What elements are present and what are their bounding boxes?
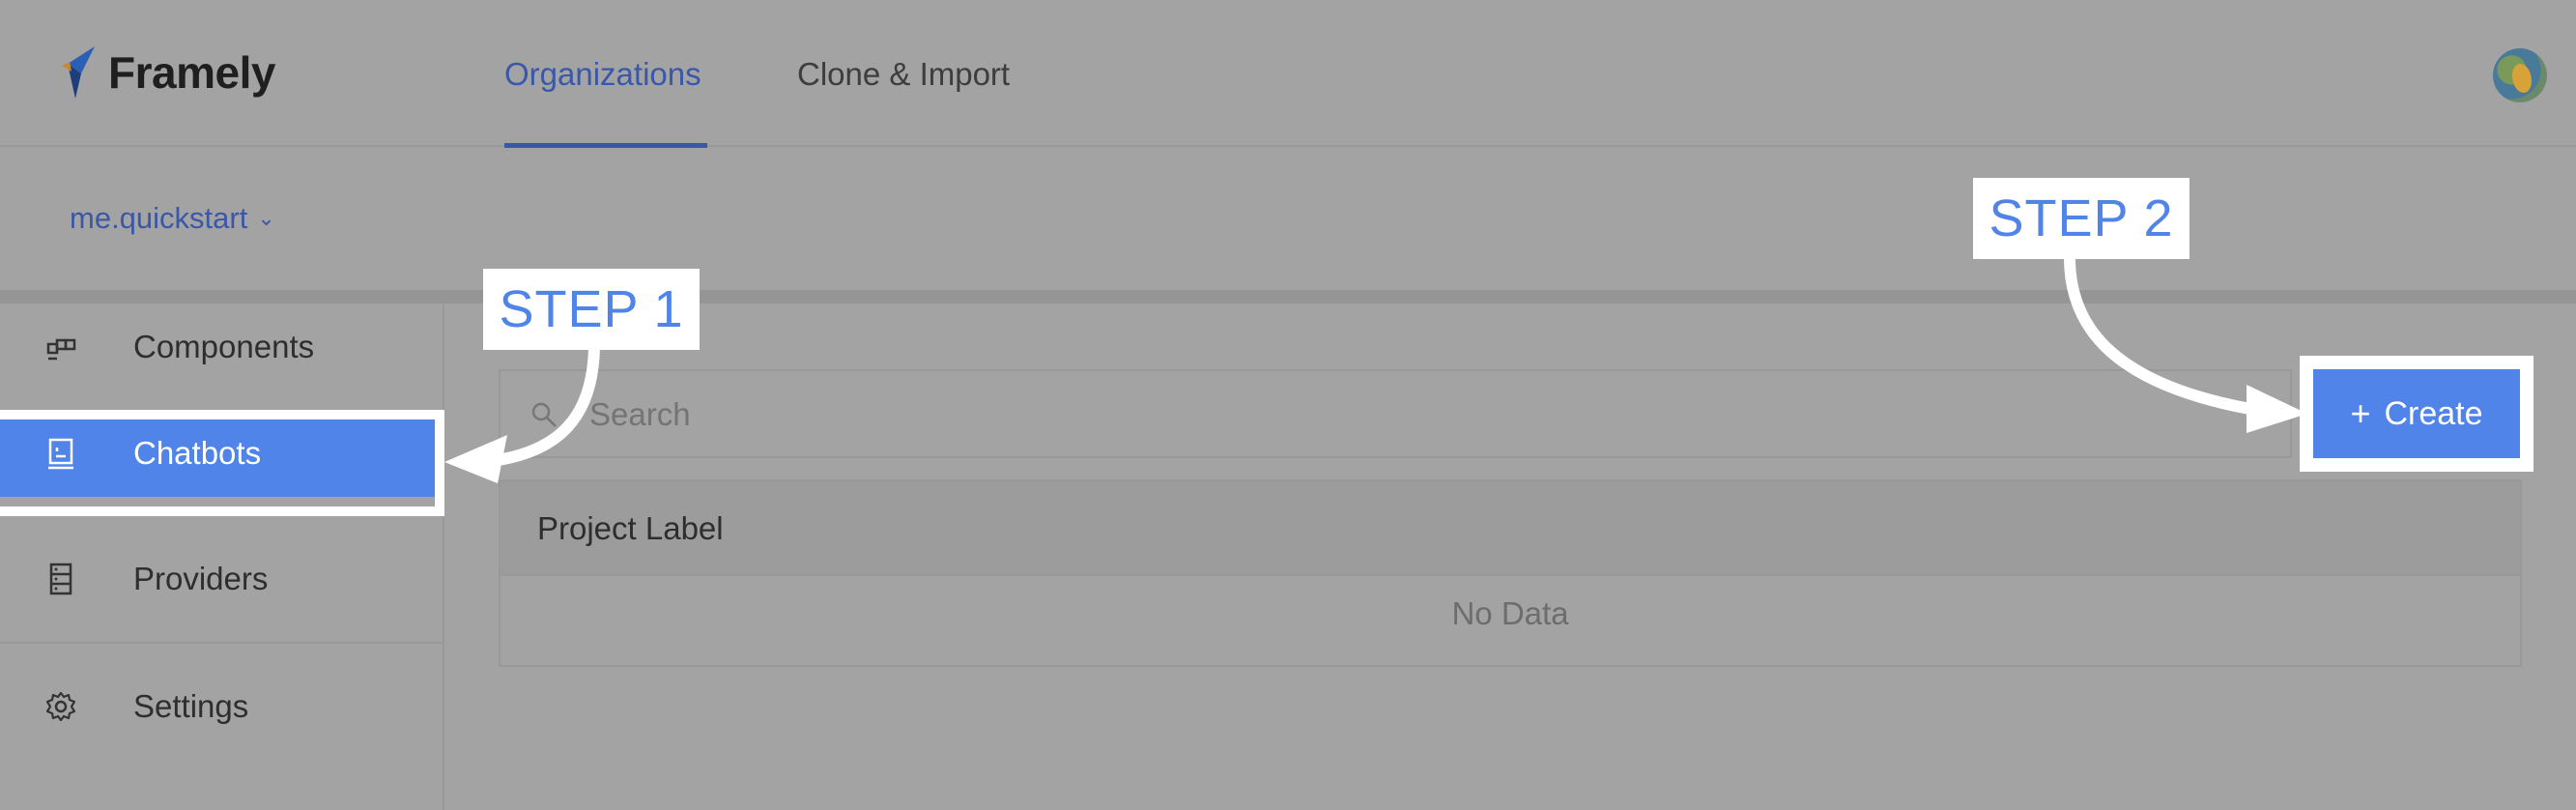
divider <box>0 290 2576 304</box>
tab-organizations[interactable]: Organizations <box>504 56 701 93</box>
create-button[interactable]: + Create <box>2313 369 2520 458</box>
plus-icon: + <box>2350 393 2371 433</box>
chatbots-highlight <box>0 410 444 516</box>
components-icon <box>46 338 76 361</box>
sidebar-item-settings[interactable]: Settings <box>0 663 443 750</box>
search-input[interactable] <box>587 371 2234 458</box>
step-2-label: STEP 2 <box>1973 178 2190 259</box>
search-icon <box>531 402 557 427</box>
table-header: Project Label <box>501 481 2520 576</box>
framely-logo-icon <box>62 46 95 99</box>
brand-logo[interactable]: Framely <box>60 43 275 102</box>
sidebar-item-components[interactable]: Components <box>0 304 443 391</box>
sidebar: Components Chatbots Providers Settings <box>0 304 444 810</box>
projects-table: Project Label No Data <box>499 479 2522 667</box>
providers-icon <box>49 563 72 595</box>
tab-clone-import[interactable]: Clone & Import <box>797 56 1010 93</box>
brand-name: Framely <box>108 47 275 98</box>
gear-icon <box>45 691 76 722</box>
empty-state: No Data <box>1451 595 1569 631</box>
sidebar-divider <box>0 642 443 644</box>
top-navbar: Framely Organizations Clone & Import <box>0 0 2576 148</box>
org-bar <box>0 147 2576 288</box>
sidebar-item-label: Providers <box>133 561 269 596</box>
sidebar-item-label: Settings <box>133 688 249 724</box>
org-name: me.quickstart <box>70 201 248 235</box>
chevron-down-icon: ⌄ <box>257 206 275 230</box>
sidebar-item-providers[interactable]: Providers <box>0 535 443 622</box>
search-box[interactable] <box>499 369 2292 458</box>
sidebar-item-label: Components <box>133 329 315 364</box>
step-1-label: STEP 1 <box>483 269 700 350</box>
create-label: Create <box>2384 394 2483 432</box>
org-selector[interactable]: me.quickstart ⌄ <box>70 201 275 236</box>
column-header-project-label: Project Label <box>537 510 724 546</box>
avatar[interactable] <box>2493 48 2547 102</box>
